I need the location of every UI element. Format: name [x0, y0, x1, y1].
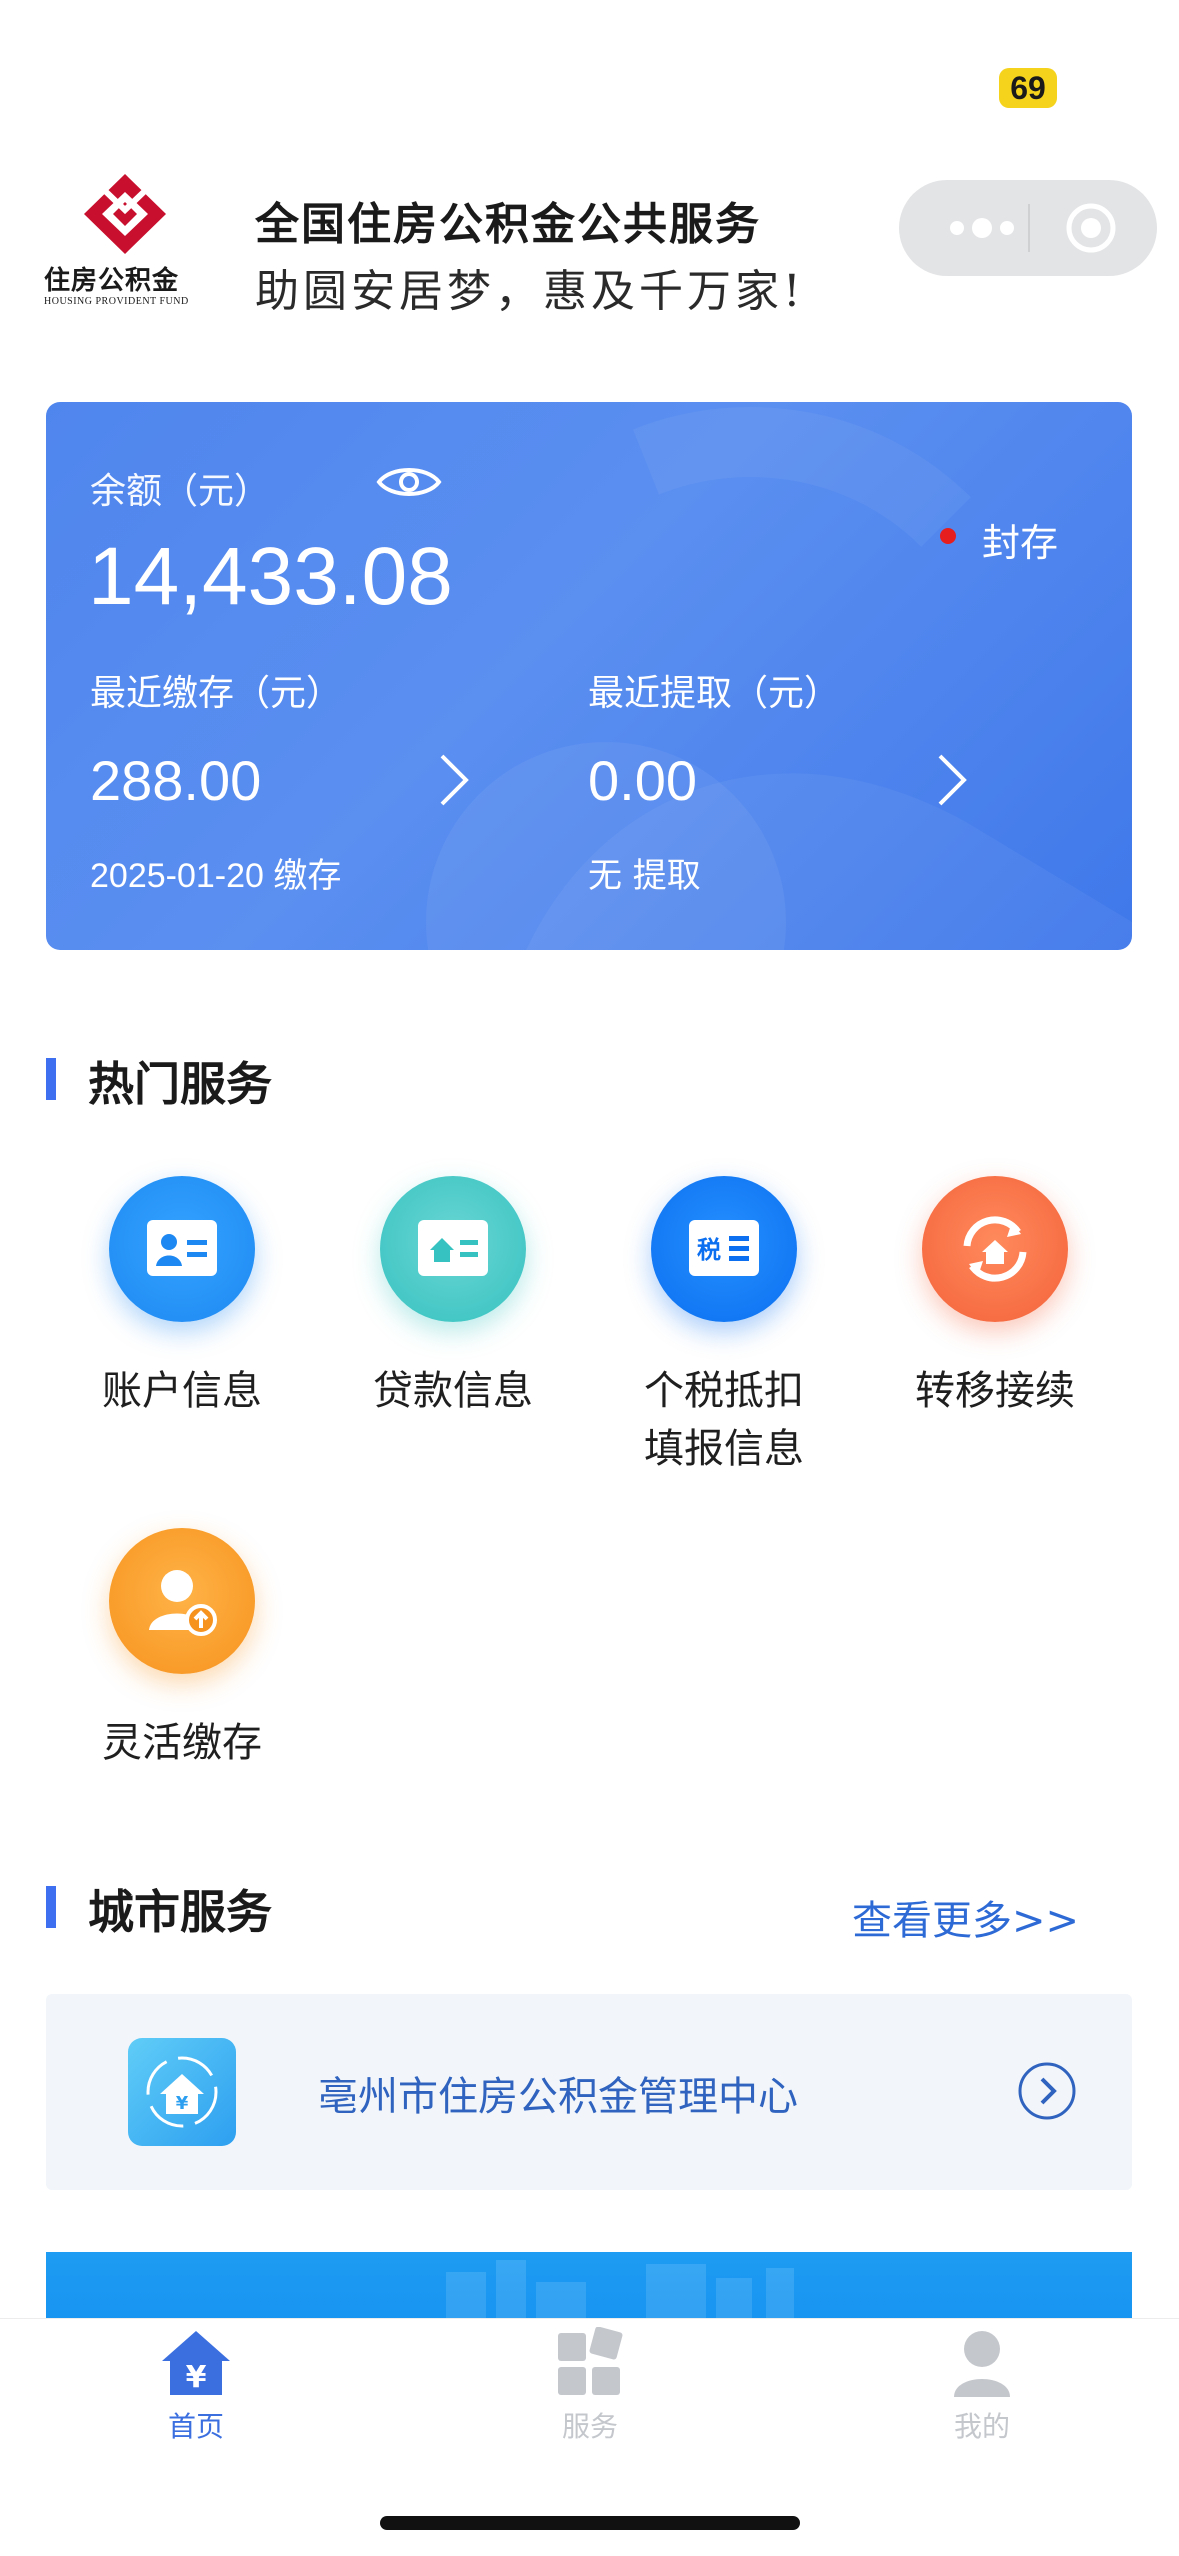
- service-label: 灵活缴存: [102, 1720, 262, 1766]
- transfer-icon: [922, 1176, 1068, 1322]
- tab-label: 首页: [167, 2410, 224, 2443]
- recent-withdraw-note: 无 提取: [588, 856, 701, 896]
- logo-text-en: HOUSING PROVIDENT FUND: [44, 296, 189, 307]
- tab-services[interactable]: 服务: [490, 2319, 690, 2459]
- mini-program-capsule: [899, 180, 1157, 276]
- service-account-info[interactable]: 账户信息: [52, 1176, 312, 1436]
- balance-label: 余额（元）: [90, 471, 271, 512]
- service-label-line2: 填报信息: [644, 1426, 804, 1472]
- city-services-title: 城市服务: [88, 1885, 272, 1939]
- services-grid-icon: [558, 2327, 623, 2395]
- service-tax-deduction[interactable]: 税 个税抵扣 填报信息: [594, 1176, 854, 1496]
- svg-text:¥: ¥: [186, 2360, 207, 2395]
- loan-house-icon: [380, 1176, 526, 1322]
- recent-deposit-value[interactable]: 288.00: [90, 748, 261, 813]
- tab-home[interactable]: ¥ 首页: [96, 2319, 296, 2459]
- recent-withdraw-label: 最近提取（元）: [588, 673, 841, 714]
- balance-value: 14,433.08: [88, 531, 453, 622]
- service-label: 转移接续: [915, 1368, 1075, 1414]
- service-label-multiline: 个税抵扣 填报信息: [594, 1362, 854, 1478]
- housing-fund-logo: 住房公积金 HOUSING PROVIDENT FUND: [40, 172, 215, 312]
- service-label-line1: 个税抵扣: [644, 1368, 804, 1414]
- fund-center-icon: ¥: [128, 2038, 236, 2146]
- page: 69 住房公积金 HOUSING PROVIDENT FUND 全国住房公积金公…: [0, 0, 1179, 2556]
- svg-text:税: 税: [697, 1236, 721, 1264]
- service-flexible-deposit[interactable]: 灵活缴存: [52, 1528, 312, 1788]
- tab-label: 我的: [953, 2410, 1010, 2443]
- city-center-card[interactable]: ¥ 亳州市住房公积金管理中心: [46, 1994, 1132, 2190]
- page-slogan: 助圆安居梦，惠及千万家!: [255, 266, 805, 317]
- profile-icon: [954, 2331, 1010, 2397]
- section-accent-bar: [46, 1058, 56, 1100]
- service-label: 贷款信息: [373, 1368, 533, 1414]
- section-accent-bar: [46, 1886, 56, 1928]
- account-card-icon: [109, 1176, 255, 1322]
- home-indicator: [380, 2516, 800, 2530]
- hot-services-title: 热门服务: [88, 1057, 272, 1111]
- account-status: 封存: [982, 521, 1059, 565]
- tab-label: 服务: [561, 2410, 618, 2443]
- close-miniprogram-icon[interactable]: [1065, 202, 1117, 254]
- service-label: 账户信息: [102, 1368, 262, 1414]
- chevron-circle-right-icon[interactable]: [1016, 2060, 1078, 2122]
- logo-mark-icon: [84, 174, 166, 254]
- home-yuan-icon: ¥: [162, 2331, 230, 2395]
- balance-card: 余额（元） 14,433.08 封存 最近缴存（元） 288.00 2025-0…: [46, 402, 1132, 950]
- view-more-link[interactable]: 查看更多>>: [852, 1888, 1079, 1946]
- svg-text:¥: ¥: [176, 2093, 189, 2114]
- tab-profile[interactable]: 我的: [882, 2319, 1082, 2459]
- status-dot: [940, 528, 956, 544]
- eye-icon[interactable]: [376, 462, 442, 502]
- recent-withdraw-value[interactable]: 0.00: [588, 748, 697, 813]
- tax-icon: 税: [651, 1176, 797, 1322]
- chevron-right-icon[interactable]: [436, 752, 472, 808]
- status-badge: 69: [999, 68, 1057, 108]
- chevron-right-icon[interactable]: [934, 752, 970, 808]
- fund-center-name: 亳州市住房公积金管理中心: [318, 2074, 798, 2120]
- more-dots-icon[interactable]: [937, 210, 1027, 246]
- recent-deposit-note: 2025-01-20 缴存: [90, 857, 342, 895]
- service-transfer[interactable]: 转移接续: [865, 1176, 1125, 1436]
- service-loan-info[interactable]: 贷款信息: [323, 1176, 583, 1436]
- logo-text-cn: 住房公积金: [44, 266, 180, 296]
- flexible-deposit-icon: [109, 1528, 255, 1674]
- capsule-divider: [1028, 204, 1030, 252]
- recent-deposit-label: 最近缴存（元）: [90, 673, 343, 714]
- page-title: 全国住房公积金公共服务: [255, 199, 761, 250]
